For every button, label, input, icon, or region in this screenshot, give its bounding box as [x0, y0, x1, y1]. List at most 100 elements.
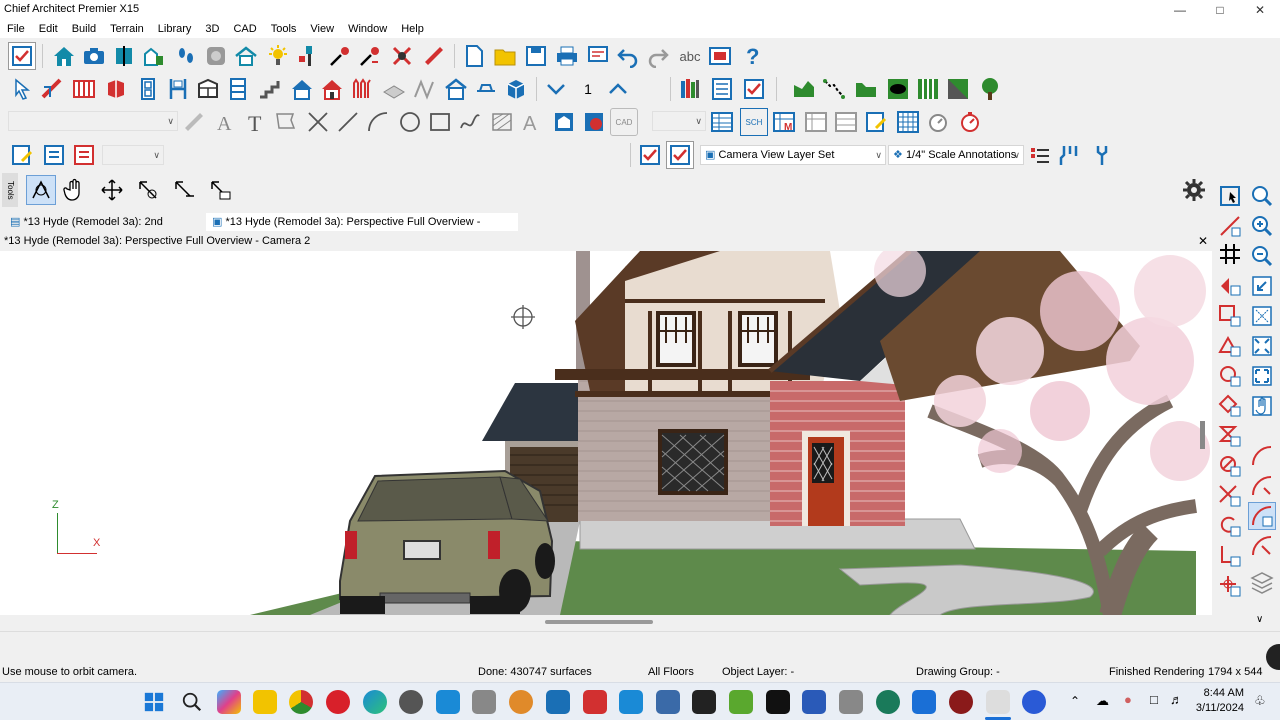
- plan-view-icon[interactable]: [550, 108, 578, 136]
- zoom-app-icon[interactable]: [1022, 690, 1046, 714]
- text-style-icon[interactable]: A: [212, 108, 240, 136]
- zoom-out-icon[interactable]: [1248, 242, 1276, 270]
- print-preview-icon[interactable]: [584, 42, 612, 70]
- tab-2nd-floor[interactable]: ▤ *13 Hyde (Remodel 3a): 2nd Floor✕: [4, 213, 198, 246]
- app-icon-2[interactable]: [839, 690, 863, 714]
- walk-camera-icon[interactable]: [170, 176, 198, 204]
- material-list-icon[interactable]: M: [770, 108, 798, 136]
- annotation-list-icon[interactable]: [1026, 141, 1054, 169]
- scrollbar-thumb[interactable]: [545, 620, 653, 624]
- circle-tool-icon[interactable]: [396, 108, 424, 136]
- settings-icon[interactable]: [399, 690, 423, 714]
- dimension-ruler-icon[interactable]: [180, 108, 208, 136]
- photos-icon[interactable]: [656, 690, 680, 714]
- text-fill-icon[interactable]: A: [518, 108, 546, 136]
- viewport-scrollbar[interactable]: [1200, 421, 1205, 449]
- text-tool-icon[interactable]: T: [242, 108, 270, 136]
- clock-time[interactable]: 8:44 AM: [1200, 687, 1244, 699]
- garage-icon[interactable]: [442, 75, 470, 103]
- wall-select-icon[interactable]: [1216, 272, 1244, 300]
- edit-layout-icon[interactable]: [862, 108, 890, 136]
- app-icon-3[interactable]: [949, 690, 973, 714]
- cabinet-icon[interactable]: [102, 75, 130, 103]
- fence-icon[interactable]: [348, 75, 376, 103]
- hourglass-select-icon[interactable]: [1216, 422, 1244, 450]
- sch-label-icon[interactable]: SCH: [740, 108, 768, 136]
- eyedropper-red-icon[interactable]: [356, 42, 384, 70]
- terrain-path-icon[interactable]: [820, 75, 848, 103]
- window-tool-icon[interactable]: [164, 75, 192, 103]
- arc-extend-icon[interactable]: [1248, 532, 1276, 560]
- no-select-icon[interactable]: [1216, 452, 1244, 480]
- material-painter-icon[interactable]: [294, 42, 322, 70]
- wrench-icon[interactable]: [1088, 141, 1116, 169]
- arc-select-active-icon[interactable]: [1248, 502, 1276, 530]
- floor-plan-icon[interactable]: [140, 42, 168, 70]
- diamond-select-icon[interactable]: [1216, 392, 1244, 420]
- zoom-icon[interactable]: [1248, 182, 1276, 210]
- undo-icon[interactable]: [614, 42, 642, 70]
- slab-icon[interactable]: [380, 75, 408, 103]
- zoom-in-icon[interactable]: [1248, 212, 1276, 240]
- menu-cad[interactable]: CAD: [226, 20, 263, 38]
- grid-snap-icon[interactable]: [1216, 240, 1244, 268]
- fill-window-building-icon[interactable]: [1248, 332, 1276, 360]
- record-icon[interactable]: [202, 42, 230, 70]
- tree-icon[interactable]: [976, 75, 1004, 103]
- close-view-button[interactable]: ✕: [1198, 232, 1208, 250]
- volume-icon[interactable]: ♬: [1170, 692, 1183, 707]
- paint-icon[interactable]: [509, 690, 533, 714]
- layers-stack-icon[interactable]: [1248, 568, 1276, 596]
- fill-window-zoom-icon[interactable]: [1248, 362, 1276, 390]
- light-icon[interactable]: [264, 42, 292, 70]
- material-list-gray-icon[interactable]: [802, 108, 830, 136]
- layout-edit-icon[interactable]: [8, 141, 36, 169]
- rendered-scene[interactable]: [0, 251, 1212, 615]
- quickassist-icon[interactable]: [583, 690, 607, 714]
- gear-icon[interactable]: [1180, 176, 1208, 204]
- menu-terrain[interactable]: Terrain: [103, 20, 151, 38]
- spell-check-icon[interactable]: abc: [676, 42, 704, 70]
- up-floor-icon[interactable]: [604, 75, 632, 103]
- eyedropper-icon[interactable]: [326, 42, 354, 70]
- terrain-break-icon[interactable]: [944, 75, 972, 103]
- menu-help[interactable]: Help: [394, 20, 431, 38]
- menu-3d[interactable]: 3D: [198, 20, 226, 38]
- layer-set-select[interactable]: ▣ Camera View Layer Set ∨: [700, 145, 886, 165]
- microphone-icon[interactable]: ●: [1124, 692, 1132, 707]
- material-list-gray2-icon[interactable]: [832, 108, 860, 136]
- circle-select-icon[interactable]: [1216, 362, 1244, 390]
- menu-edit[interactable]: Edit: [32, 20, 65, 38]
- move-arrows-icon[interactable]: [98, 176, 126, 204]
- windows-start-icon[interactable]: [142, 690, 166, 714]
- menu-tools[interactable]: Tools: [264, 20, 304, 38]
- word-icon[interactable]: [802, 690, 826, 714]
- help-icon[interactable]: ?: [738, 42, 766, 70]
- send-layout-red-icon[interactable]: [70, 141, 98, 169]
- rectangle-tool-icon[interactable]: [426, 108, 454, 136]
- cad-block-icon[interactable]: [580, 108, 608, 136]
- framing-icon[interactable]: [410, 75, 438, 103]
- timer-icon[interactable]: [924, 108, 952, 136]
- menu-window[interactable]: Window: [341, 20, 394, 38]
- red-house-icon[interactable]: [318, 75, 346, 103]
- edge-icon[interactable]: [363, 690, 387, 714]
- fill-window-icon[interactable]: [1248, 302, 1276, 330]
- menu-build[interactable]: Build: [65, 20, 103, 38]
- tools-wrench-icon[interactable]: [1056, 141, 1084, 169]
- menu-file[interactable]: File: [0, 20, 32, 38]
- open-folder-icon[interactable]: [491, 42, 519, 70]
- delete-material-icon[interactable]: [388, 42, 416, 70]
- maximize-button[interactable]: □: [1200, 0, 1240, 20]
- layer-display-icon[interactable]: [636, 141, 664, 169]
- undo-zoom-icon[interactable]: [1248, 272, 1276, 300]
- menu-view[interactable]: View: [303, 20, 341, 38]
- arc-tool-icon[interactable]: [364, 108, 392, 136]
- box-3d-icon[interactable]: [502, 75, 530, 103]
- layer-check-icon[interactable]: [666, 141, 694, 169]
- network-icon[interactable]: □: [1150, 692, 1158, 707]
- 3d-viewport[interactable]: Z X: [0, 251, 1212, 615]
- onedrive-icon[interactable]: ☁: [1096, 693, 1109, 709]
- fill-style-icon[interactable]: [488, 108, 516, 136]
- floor-icon[interactable]: [110, 42, 138, 70]
